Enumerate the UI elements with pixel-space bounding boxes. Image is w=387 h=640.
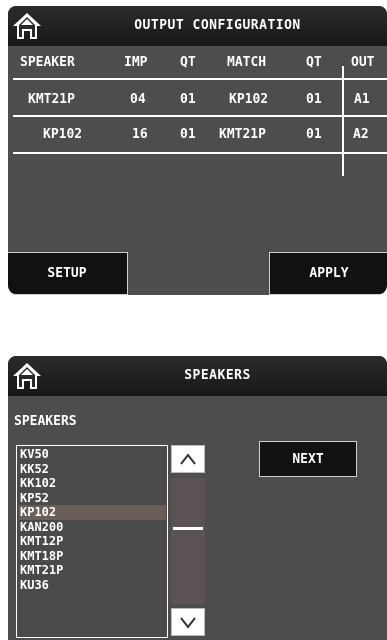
row-out: A2 (353, 127, 369, 142)
scroll-track[interactable] (171, 478, 205, 604)
speakers-listbox[interactable]: KV50 KK52 KK102 KP52 KP102 KAN200 KMT12P… (16, 445, 168, 638)
home-icon[interactable] (10, 10, 44, 42)
row-divider (13, 115, 387, 117)
next-button[interactable]: NEXT (259, 441, 357, 477)
speakers-list-label: SPEAKERS (14, 414, 77, 429)
header-divider (13, 78, 387, 80)
list-item[interactable]: KP52 (19, 491, 166, 506)
list-item[interactable]: KMT18P (19, 549, 166, 564)
row-match: KP102 (229, 92, 269, 107)
output-configuration-panel: OUTPUT CONFIGURATION SPEAKER IMP QT MATC… (8, 6, 387, 295)
list-item[interactable]: KV50 (19, 447, 166, 462)
chevron-up-icon (180, 453, 196, 465)
page-title: OUTPUT CONFIGURATION (134, 18, 301, 33)
title-bar: OUTPUT CONFIGURATION (8, 6, 387, 46)
speakers-scrollbar[interactable] (171, 445, 205, 639)
column-header-speaker: SPEAKER (20, 55, 75, 70)
list-item[interactable]: KK52 (19, 462, 166, 477)
scroll-up-button[interactable] (171, 445, 205, 473)
scroll-down-button[interactable] (171, 608, 205, 636)
row-speaker: KMT21P (28, 92, 75, 107)
chevron-down-icon (180, 617, 196, 629)
list-item[interactable]: KU36 (19, 578, 166, 593)
row-out: A1 (354, 92, 370, 107)
row-speaker: KP102 (43, 127, 83, 142)
row-qt: 01 (180, 127, 196, 142)
row-qt: 01 (180, 92, 196, 107)
row-qt-match: 01 (306, 127, 322, 142)
list-item[interactable]: KMT12P (19, 534, 166, 549)
row-match: KMT21P (219, 127, 266, 142)
row-divider (13, 152, 387, 154)
column-header-qt-match: QT (306, 55, 322, 70)
apply-button[interactable]: APPLY (269, 252, 387, 295)
list-item[interactable]: KK102 (19, 476, 166, 491)
row-imp: 04 (130, 92, 146, 107)
row-qt-match: 01 (306, 92, 322, 107)
column-header-qt: QT (180, 55, 196, 70)
list-item-selected[interactable]: KP102 (19, 505, 166, 520)
speakers-panel: SPEAKERS SPEAKERS KV50 KK52 KK102 KP52 K… (8, 356, 387, 640)
column-header-match: MATCH (227, 55, 267, 70)
row-imp: 16 (132, 127, 148, 142)
column-header-out: OUT (351, 55, 375, 70)
setup-button[interactable]: SETUP (8, 252, 128, 295)
list-item[interactable]: KAN200 (19, 520, 166, 535)
list-item[interactable]: KMT21P (19, 563, 166, 578)
out-column-divider (342, 66, 344, 176)
title-bar: SPEAKERS (8, 356, 387, 396)
page-title: SPEAKERS (184, 368, 251, 383)
column-header-imp: IMP (124, 55, 148, 70)
scroll-thumb[interactable] (173, 527, 203, 530)
